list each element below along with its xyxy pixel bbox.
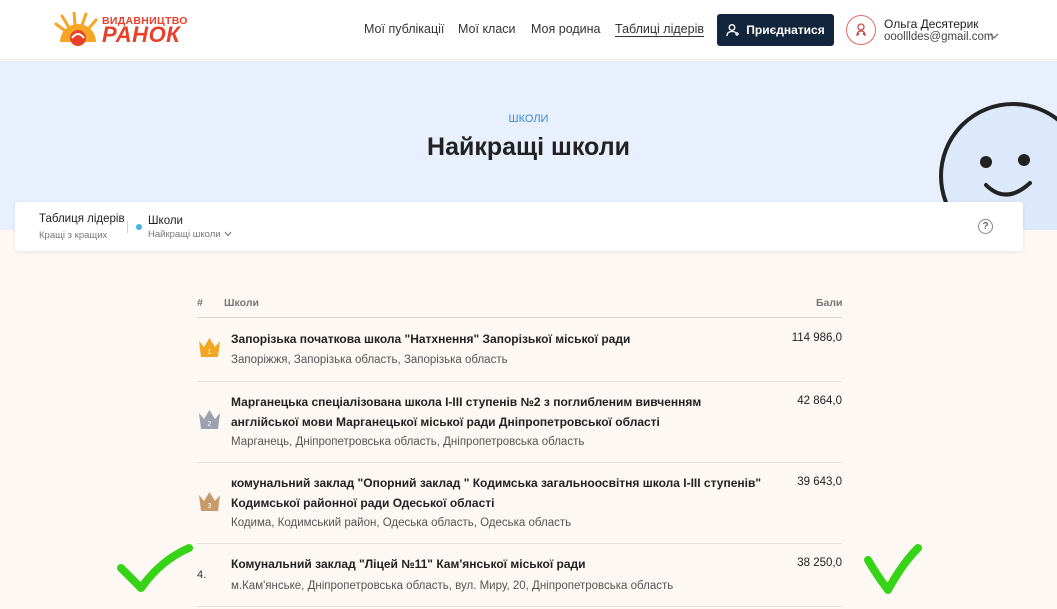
school-name[interactable]: комунальний заклад "Опорний заклад " Код… — [231, 473, 771, 513]
nav-leaderboards[interactable]: Таблиці лідерів — [615, 22, 704, 36]
header-divider — [197, 317, 842, 318]
user-email[interactable]: ooollldes@gmail.com — [884, 31, 993, 43]
column-score: Бали — [816, 297, 843, 309]
user-add-icon — [726, 24, 740, 37]
nav-my-publications[interactable]: Мої публікації — [364, 22, 444, 36]
rank-number: 3 — [208, 503, 212, 510]
help-icon[interactable]: ? — [978, 219, 993, 234]
join-button-label: Приєднатися — [746, 23, 825, 37]
row-divider — [197, 543, 842, 544]
top-navigation-bar: ВИДАВНИЦТВО РАНОК Мої публікації Мої кла… — [0, 0, 1057, 60]
rank-number: 2 — [208, 421, 212, 428]
row-divider — [197, 462, 842, 463]
silver-crown-icon: 2 — [199, 410, 220, 429]
school-name[interactable]: Комунальний заклад "Ліцей №11" Кам'янськ… — [231, 554, 771, 574]
logo-title: РАНОК — [102, 22, 181, 47]
bronze-crown-icon: 3 — [199, 492, 220, 511]
gold-crown-icon: 1 — [199, 338, 220, 357]
sun-logo-icon — [54, 12, 98, 46]
school-score: 38 250,0 — [797, 557, 842, 569]
page-title: Найкращі школи — [427, 133, 630, 161]
column-rank: # — [197, 297, 203, 309]
section-title[interactable]: Школи — [148, 215, 183, 227]
column-school: Школи — [224, 297, 259, 309]
chevron-down-icon[interactable] — [989, 32, 999, 40]
filter-divider — [127, 221, 128, 233]
green-check-icon — [117, 544, 193, 592]
school-address: м.Кам'янське, Дніпропетровська область, … — [231, 580, 674, 592]
school-score: 42 864,0 — [797, 395, 842, 407]
rank-number: 4. — [197, 569, 207, 581]
join-button[interactable]: Приєднатися — [717, 14, 834, 46]
school-address: Кодима, Кодимський район, Одеська област… — [231, 517, 572, 529]
user-name[interactable]: Ольга Десятерик — [884, 17, 979, 31]
nav-my-family[interactable]: Моя родина — [531, 22, 601, 36]
row-divider — [197, 606, 842, 607]
leaderboard-title[interactable]: Таблиця лідерів — [39, 213, 125, 225]
green-check-icon — [864, 544, 922, 594]
leaderboard-subtitle: Кращі з кращих — [39, 230, 108, 241]
school-name[interactable]: Марганецька спеціалізована школа І-ІІІ с… — [231, 392, 771, 432]
nav-my-classes[interactable]: Мої класи — [458, 22, 516, 36]
chevron-down-icon[interactable] — [224, 231, 232, 237]
user-avatar[interactable] — [846, 15, 876, 45]
school-name[interactable]: Запорізька початкова школа "Натхнення" З… — [231, 329, 771, 349]
avatar-icon — [856, 23, 866, 37]
row-divider — [197, 381, 842, 382]
rank-number: 1 — [208, 349, 212, 356]
school-address: Запоріжжя, Запорізька область, Запорізьк… — [231, 354, 508, 366]
school-score: 114 986,0 — [791, 332, 842, 344]
section-dropdown[interactable]: Найкращі школи — [148, 229, 221, 240]
ranok-logo[interactable]: ВИДАВНИЦТВО РАНОК — [52, 12, 187, 48]
school-address: Марганець, Дніпропетровська область, Дні… — [231, 436, 585, 448]
school-score: 39 643,0 — [797, 476, 842, 488]
hero-category[interactable]: ШКОЛИ — [0, 113, 1057, 125]
active-dot-icon — [136, 224, 142, 230]
leaderboard-filter-card: Таблиця лідерів Кращі з кращих Школи Най… — [15, 202, 1023, 251]
